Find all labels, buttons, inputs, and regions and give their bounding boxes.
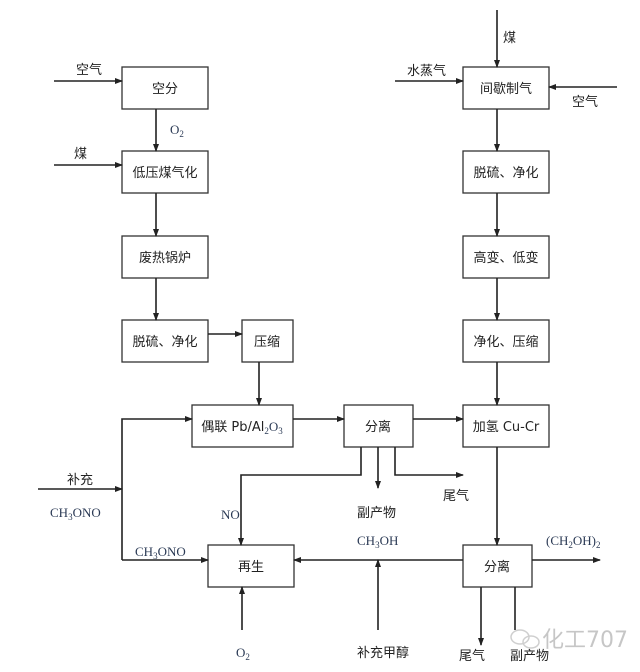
- flow-no-to-regeneration: [238, 447, 362, 546]
- box-compression-label: 压缩: [254, 334, 280, 350]
- box-coupling: 偶联 Pb/Al2O3: [191, 404, 294, 448]
- box-low-pressure-gasification-label: 低压煤气化: [132, 165, 197, 181]
- label-tail-gas-bottom: 尾气: [459, 648, 485, 664]
- box-separation-final: 分离: [462, 544, 533, 588]
- box-purify-compress-label: 净化、压缩: [473, 334, 538, 350]
- box-intermittent-gas-label: 间歇制气: [480, 81, 532, 97]
- label-air-right: 空气: [572, 94, 598, 110]
- box-separation-mid: 分离: [343, 404, 414, 448]
- label-o2-mid: O2: [170, 122, 184, 139]
- label-ch3oh: CH3OH: [357, 533, 398, 550]
- box-separation-final-label: 分离: [484, 559, 510, 575]
- box-desulfurization-left: 脱硫、净化: [121, 319, 209, 363]
- watermark-text: 化工707: [542, 628, 628, 653]
- box-desulfurization-right: 脱硫、净化: [462, 150, 550, 194]
- label-byproduct-mid: 副产物: [357, 506, 396, 521]
- box-desulfurization-left-label: 脱硫、净化: [132, 335, 197, 350]
- box-intermittent-gas: 间歇制气: [462, 66, 550, 110]
- box-hydrogenation-label: 加氢 Cu-Cr: [473, 420, 540, 435]
- label-steam: 水蒸气: [407, 63, 446, 79]
- box-air-separation: 空分: [121, 66, 209, 110]
- box-air-separation-label: 空分: [152, 82, 178, 97]
- flow-separation-tail-gas: [394, 447, 464, 478]
- box-hydrogenation: 加氢 Cu-Cr: [462, 404, 550, 448]
- box-compression: 压缩: [241, 319, 294, 363]
- label-air-left: 空气: [76, 62, 102, 78]
- box-waste-heat-boiler: 废热锅炉: [121, 235, 209, 279]
- box-low-pressure-gasification: 低压煤气化: [121, 150, 209, 194]
- box-coupling-label: 偶联 Pb/Al2O3: [201, 419, 283, 436]
- label-coal-left: 煤: [74, 147, 87, 162]
- flow-diagram-svg: 空分 低压煤气化 废热锅炉 脱硫、净化 压缩 偶联 Pb/Al2O3 分离 间歇…: [38, 10, 628, 664]
- label-no: NO: [221, 507, 240, 522]
- box-purify-compress: 净化、压缩: [462, 319, 550, 363]
- wechat-icon: [510, 629, 540, 649]
- box-desulfurization-right-label: 脱硫、净化: [473, 166, 538, 181]
- label-o2-bottom: O2: [236, 645, 250, 662]
- label-ch3ono-recycle: CH3ONO: [135, 544, 186, 561]
- box-regeneration: 再生: [207, 544, 295, 588]
- box-waste-heat-boiler-label: 废热锅炉: [139, 250, 191, 266]
- box-shift: 高变、低变: [462, 235, 550, 279]
- box-shift-label: 高变、低变: [473, 250, 538, 266]
- flow-ch3ono-to-coupling: [121, 416, 193, 560]
- label-supplement-methanol: 补充甲醇: [357, 645, 409, 661]
- label-supplement: 补充: [67, 472, 93, 488]
- label-ch3ono-supplement: CH3ONO: [50, 505, 101, 522]
- label-coal-top: 煤: [503, 31, 516, 46]
- box-regeneration-label: 再生: [238, 560, 264, 575]
- label-product: (CH2OH)2: [546, 533, 601, 550]
- label-tail-gas-mid: 尾气: [443, 488, 469, 504]
- process-flow-diagram: 空分 低压煤气化 废热锅炉 脱硫、净化 压缩 偶联 Pb/Al2O3 分离 间歇…: [0, 0, 640, 672]
- box-separation-mid-label: 分离: [365, 419, 391, 435]
